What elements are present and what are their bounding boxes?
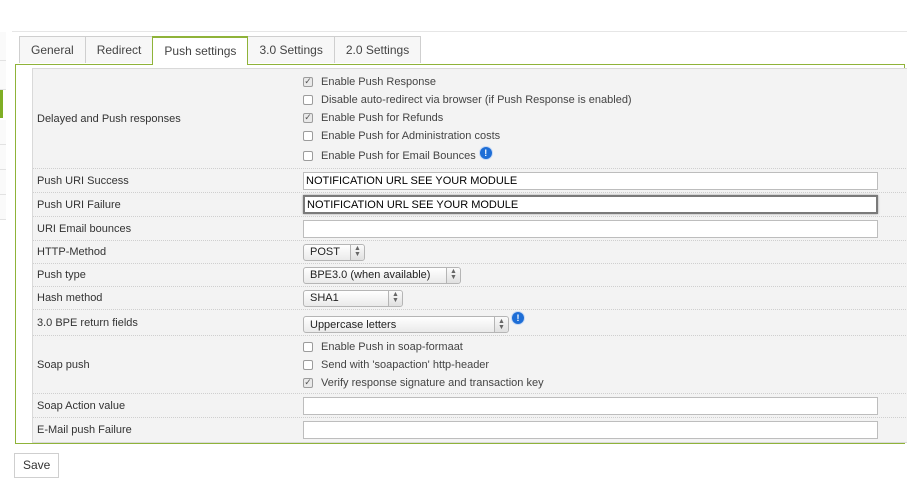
option-label: Verify response signature and transactio… <box>321 376 544 389</box>
tab-general[interactable]: General <box>19 36 86 63</box>
select-arrows-icon: ▲ ▼ <box>494 317 508 332</box>
left-nav-strip <box>0 32 6 502</box>
push-settings-form: Delayed and Push responses ✓ Enable Push… <box>32 68 907 443</box>
checkbox[interactable] <box>303 130 313 141</box>
checkbox[interactable] <box>303 150 313 161</box>
left-nav-active-indicator <box>0 90 3 118</box>
select-arrows-icon: ▲ ▼ <box>388 290 402 306</box>
left-nav-item[interactable] <box>0 61 6 90</box>
option-enable-push-admin-costs[interactable]: Enable Push for Administration costs <box>303 127 907 145</box>
row-label: Delayed and Push responses <box>37 112 181 125</box>
row-value <box>303 418 907 442</box>
select-value: POST <box>310 246 340 258</box>
row-bpe-return-fields: 3.0 BPE return fields Uppercase letters … <box>33 310 907 336</box>
info-icon[interactable]: ! <box>512 312 524 324</box>
row-value <box>303 217 907 240</box>
row-value: BPE3.0 (when available) ▲ ▼ <box>303 264 907 286</box>
row-delayed-push: Delayed and Push responses ✓ Enable Push… <box>33 69 907 169</box>
option-verify-signature[interactable]: ✓ Verify response signature and transact… <box>303 374 907 392</box>
row-value <box>303 169 907 192</box>
left-nav-item[interactable] <box>0 195 6 220</box>
tab-2-0-settings[interactable]: 2.0 Settings <box>333 36 422 63</box>
select-arrows-icon: ▲ ▼ <box>446 267 460 283</box>
info-icon[interactable]: ! <box>479 146 492 159</box>
row-http-method: HTTP-Method POST ▲ ▼ <box>33 241 907 264</box>
option-label: Enable Push for Refunds <box>321 111 444 124</box>
row-email-push-failure: E-Mail push Failure <box>33 418 907 442</box>
http-method-select[interactable]: POST ▲ ▼ <box>303 243 365 261</box>
row-soap-action-value: Soap Action value <box>33 394 907 418</box>
push-uri-failure-input[interactable] <box>303 195 878 214</box>
hash-method-select[interactable]: SHA1 ▲ ▼ <box>303 289 403 307</box>
select-value: Uppercase letters <box>310 318 397 331</box>
checkbox[interactable] <box>303 341 313 352</box>
top-divider <box>12 31 907 32</box>
left-nav-item[interactable] <box>0 170 6 195</box>
row-label: Soap Action value <box>37 399 126 412</box>
soap-options: Enable Push in soap-formaat Send with 's… <box>303 336 907 393</box>
tab-push-settings[interactable]: Push settings <box>152 36 249 65</box>
select-arrows-icon: ▲ ▼ <box>350 244 364 260</box>
bpe-return-fields-select[interactable]: Uppercase letters ▲ ▼ <box>303 316 509 333</box>
row-value: Uppercase letters ▲ ▼ ! <box>303 310 907 335</box>
uri-email-bounces-input[interactable] <box>303 219 878 238</box>
tab-redirect[interactable]: Redirect <box>84 36 154 63</box>
checkmark-icon: ✓ <box>304 112 312 122</box>
option-disable-auto-redirect[interactable]: Disable auto-redirect via browser (if Pu… <box>303 91 907 109</box>
row-label: Soap push <box>37 358 90 371</box>
row-label: URI Email bounces <box>37 222 132 235</box>
option-enable-push-email-bounces[interactable]: Enable Push for Email Bounces ! <box>303 146 907 165</box>
checkbox-checked[interactable]: ✓ <box>303 112 313 123</box>
checkbox-checked[interactable]: ✓ <box>303 76 313 87</box>
left-nav-item[interactable] <box>0 145 6 170</box>
row-label: Push type <box>37 269 86 281</box>
push-uri-success-input[interactable] <box>303 171 878 190</box>
option-label: Enable Push for Administration costs <box>321 129 501 142</box>
row-label: Push URI Failure <box>37 198 121 211</box>
option-send-soapaction-header[interactable]: Send with 'soapaction' http-header <box>303 356 907 374</box>
checkmark-icon: ✓ <box>304 377 312 387</box>
row-label: Push URI Success <box>37 174 129 187</box>
row-label: HTTP-Method <box>37 246 107 258</box>
row-label: E-Mail push Failure <box>37 424 132 436</box>
left-nav-item[interactable] <box>0 32 6 61</box>
checkbox-checked[interactable]: ✓ <box>303 377 313 388</box>
row-label: 3.0 BPE return fields <box>37 316 138 329</box>
option-label: Send with 'soapaction' http-header <box>321 358 490 371</box>
row-value <box>303 394 907 417</box>
row-push-uri-success: Push URI Success <box>33 169 907 193</box>
row-uri-email-bounces: URI Email bounces <box>33 217 907 241</box>
checkbox[interactable] <box>303 94 313 105</box>
save-button[interactable]: Save <box>14 453 60 478</box>
option-enable-push-response[interactable]: ✓ Enable Push Response <box>303 73 907 91</box>
option-label: Enable Push Response <box>321 75 436 88</box>
row-soap-push: Soap push Enable Push in soap-formaat Se… <box>33 336 907 394</box>
delayed-options: ✓ Enable Push Response Disable auto-redi… <box>303 69 907 168</box>
soap-action-value-input[interactable] <box>303 396 878 415</box>
row-value <box>303 193 907 216</box>
row-label: Hash method <box>37 292 103 304</box>
bpe-select-wrap: Uppercase letters ▲ ▼ ! <box>303 312 907 333</box>
tab-3-0-settings[interactable]: 3.0 Settings <box>247 36 335 63</box>
row-value: POST ▲ ▼ <box>303 241 907 263</box>
option-label: Enable Push in soap-formaat <box>321 340 463 353</box>
select-value: BPE3.0 (when available) <box>310 269 431 281</box>
select-value: SHA1 <box>310 292 339 304</box>
email-push-failure-input[interactable] <box>303 421 878 439</box>
checkbox[interactable] <box>303 359 313 370</box>
settings-tabs: General Redirect Push settings 3.0 Setti… <box>19 36 422 65</box>
option-enable-push-soap[interactable]: Enable Push in soap-formaat <box>303 338 907 356</box>
row-push-uri-failure: Push URI Failure <box>33 193 907 217</box>
checkmark-icon: ✓ <box>304 76 312 86</box>
push-type-select[interactable]: BPE3.0 (when available) ▲ ▼ <box>303 266 461 284</box>
push-settings-panel: Delayed and Push responses ✓ Enable Push… <box>15 64 907 444</box>
option-label: Disable auto-redirect via browser (if Pu… <box>321 93 632 106</box>
row-push-type: Push type BPE3.0 (when available) ▲ ▼ <box>33 264 907 287</box>
option-label: Enable Push for Email Bounces <box>321 149 476 162</box>
option-enable-push-refunds[interactable]: ✓ Enable Push for Refunds <box>303 109 907 127</box>
left-nav-item[interactable] <box>0 120 6 145</box>
row-value: SHA1 ▲ ▼ <box>303 287 907 309</box>
row-hash-method: Hash method SHA1 ▲ ▼ <box>33 287 907 310</box>
